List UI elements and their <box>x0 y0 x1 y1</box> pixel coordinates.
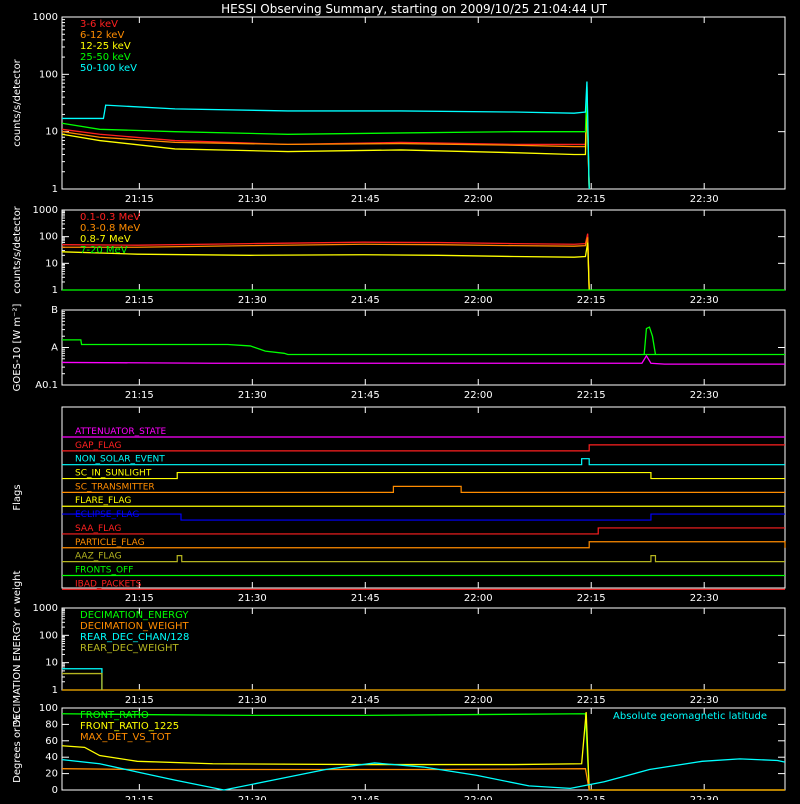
goes-time-label: 21:30 <box>238 390 267 401</box>
ratios-legend-entry: FRONT_RATIO_1225 <box>80 721 179 732</box>
highenergy-legend-entry: 0.8-7 MeV <box>80 234 131 245</box>
goes-time-label: 22:00 <box>464 390 493 401</box>
decimation-y-axis-label: DECIMATION ENERGY or weight <box>12 570 23 727</box>
lightcurves-legend-entry: 3-6 keV <box>80 19 118 30</box>
flag-label: IBAD_PACKETS <box>75 579 142 589</box>
ratios-annotation: Absolute geomagnetic latitude <box>613 711 767 722</box>
flag-label: AAZ_FLAG <box>75 552 122 562</box>
goes-time-label: 21:15 <box>125 390 154 401</box>
flag-label: ATTENUATOR_STATE <box>75 427 167 437</box>
highenergy-legend-entry: 0.3-0.8 MeV <box>80 223 140 234</box>
ratios-y-tick-label: 60 <box>45 736 58 747</box>
highenergy-time-label: 21:15 <box>125 295 154 306</box>
lightcurves-legend-entry: 50-100 keV <box>80 63 137 74</box>
flags-time-label: 21:45 <box>351 593 380 604</box>
ratios-time-label: 22:00 <box>464 795 493 800</box>
goes-y-tick-label: B <box>51 305 58 316</box>
flags-time-label: 22:15 <box>577 593 606 604</box>
goes-y-axis-label: GOES-10 [W m⁻²] <box>12 304 23 392</box>
flag-label: PARTICLE_FLAG <box>75 538 145 548</box>
decimation-y-tick-label: 10 <box>45 658 58 669</box>
ratios-time-label: 21:30 <box>238 795 267 800</box>
decimation-time-label: 22:00 <box>464 695 493 706</box>
highenergy-y-tick-label: 1000 <box>33 205 58 216</box>
lightcurves-time-label: 21:15 <box>125 194 154 205</box>
lightcurves-legend-entry: 6-12 keV <box>80 30 124 41</box>
decimation-y-tick-label: 1 <box>52 685 58 696</box>
observing-summary-figure: HESSI Observing Summary, starting on 200… <box>0 0 800 804</box>
flag-label: SC_IN_SUNLIGHT <box>75 469 152 479</box>
lightcurves-legend-entry: 12-25 keV <box>80 41 131 52</box>
ratios-legend-entry: MAX_DET_VS_TOT <box>80 732 172 743</box>
decimation-y-tick-label: 1000 <box>33 603 58 614</box>
decimation-legend-entry: DECIMATION_WEIGHT <box>80 621 189 632</box>
flag-label: GAP_FLAG <box>75 441 121 451</box>
decimation-y-tick-label: 100 <box>39 630 58 641</box>
highenergy-legend-entry: 7-20 MeV <box>80 245 128 256</box>
ratios-legend-entry: FRONT_RATIO <box>80 710 149 721</box>
flags-time-label: 22:30 <box>690 593 719 604</box>
ratios-time-label: 21:45 <box>351 795 380 800</box>
decimation-legend-entry: REAR_DEC_CHAN/128 <box>80 632 189 643</box>
highenergy-time-label: 22:15 <box>577 295 606 306</box>
flag-label: NON_SOLAR_EVENT <box>75 455 165 465</box>
lightcurves-y-tick-label: 1000 <box>33 12 58 23</box>
highenergy-y-tick-label: 10 <box>45 258 58 269</box>
lightcurves-time-label: 22:30 <box>690 194 719 205</box>
flag-label: SAA_FLAG <box>75 524 121 534</box>
flag-label: SC_TRANSMITTER <box>75 482 155 492</box>
highenergy-time-label: 22:30 <box>690 295 719 306</box>
highenergy-time-label: 21:45 <box>351 295 380 306</box>
flags-time-label: 21:30 <box>238 593 267 604</box>
highenergy-y-axis-label: counts/s/detector <box>12 205 23 293</box>
flag-label: FLARE_FLAG <box>75 496 131 506</box>
flags-y-axis-label: Flags <box>12 484 23 510</box>
highenergy-y-tick-label: 100 <box>39 232 58 243</box>
ratios-time-label: 22:15 <box>577 795 606 800</box>
goes-time-label: 21:45 <box>351 390 380 401</box>
ratios-y-axis-label: Degrees or % <box>12 715 23 783</box>
ratios-y-tick-label: 80 <box>45 719 58 730</box>
flag-label: ECLIPSE_FLAG <box>75 510 139 520</box>
figure-title: HESSI Observing Summary, starting on 200… <box>221 2 607 16</box>
goes-y-tick-label: A <box>51 343 58 354</box>
decimation-legend-entry: DECIMATION_ENERGY <box>80 610 189 621</box>
ratios-y-tick-label: 0 <box>52 785 58 796</box>
lightcurves-time-label: 21:45 <box>351 194 380 205</box>
lightcurves-legend-entry: 25-50 keV <box>80 52 131 63</box>
decimation-time-label: 22:30 <box>690 695 719 706</box>
flag-label: FRONTS_OFF <box>75 565 133 575</box>
lightcurves-y-tick-label: 1 <box>52 184 58 195</box>
ratios-time-label: 22:30 <box>690 795 719 800</box>
decimation-time-label: 21:45 <box>351 695 380 706</box>
flags-time-label: 21:15 <box>125 593 154 604</box>
lightcurves-time-label: 22:00 <box>464 194 493 205</box>
lightcurves-time-label: 22:15 <box>577 194 606 205</box>
highenergy-legend-entry: 0.1-0.3 MeV <box>80 212 140 223</box>
goes-time-label: 22:30 <box>690 390 719 401</box>
highenergy-time-label: 21:30 <box>238 295 267 306</box>
lightcurves-time-label: 21:30 <box>238 194 267 205</box>
lightcurves-y-axis-label: counts/s/detector <box>12 58 23 146</box>
ratios-y-tick-label: 100 <box>39 703 58 714</box>
decimation-legend-entry: REAR_DEC_WEIGHT <box>80 643 179 654</box>
goes-time-label: 22:15 <box>577 390 606 401</box>
decimation-time-label: 22:15 <box>577 695 606 706</box>
decimation-time-label: 21:15 <box>125 695 154 706</box>
decimation-time-label: 21:30 <box>238 695 267 706</box>
ratios-time-label: 21:15 <box>125 795 154 800</box>
summary-chart-canvas: HESSI Observing Summary, starting on 200… <box>0 0 800 804</box>
highenergy-y-tick-label: 1 <box>52 285 58 296</box>
lightcurves-y-tick-label: 100 <box>39 69 58 80</box>
highenergy-time-label: 22:00 <box>464 295 493 306</box>
flags-time-label: 22:00 <box>464 593 493 604</box>
ratios-y-tick-label: 40 <box>45 752 58 763</box>
goes-y-tick-label: A0.1 <box>35 380 58 391</box>
lightcurves-y-tick-label: 10 <box>45 127 58 138</box>
ratios-y-tick-label: 20 <box>45 769 58 780</box>
